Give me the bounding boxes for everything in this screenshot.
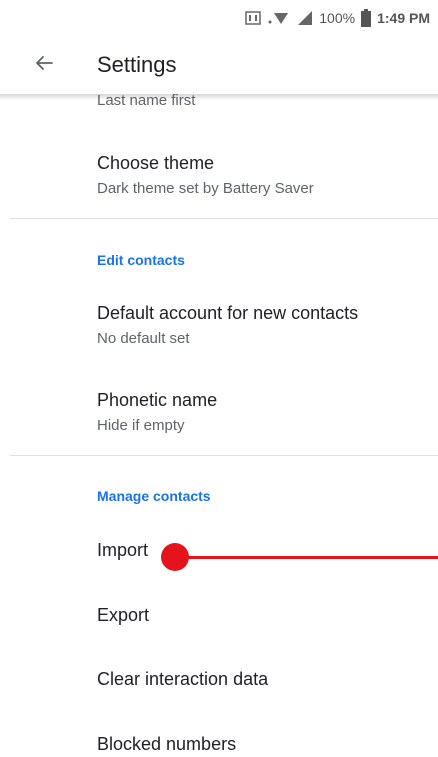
phonetic-name-row[interactable]	[0, 378, 438, 456]
signal-icon	[297, 10, 313, 26]
import-row[interactable]	[0, 520, 438, 580]
battery-icon	[361, 9, 372, 27]
back-button[interactable]	[16, 36, 72, 94]
phonetic-name-title: Phonetic name	[97, 390, 218, 410]
export-row[interactable]	[0, 584, 438, 644]
arrow-back-icon	[34, 53, 54, 78]
edit-contacts-header: Edit contacts	[97, 252, 185, 268]
clock: 1:49 PM	[377, 10, 430, 26]
page-title: Settings	[97, 52, 177, 77]
nfc-icon	[245, 11, 262, 25]
choose-theme-row[interactable]	[0, 140, 438, 218]
manage-contacts-header: Manage contacts	[97, 488, 211, 504]
import-title: Import	[97, 540, 149, 560]
clear-interaction-data-title: Clear interaction data	[97, 669, 269, 689]
export-title: Export	[97, 605, 150, 625]
swipe-trail	[175, 556, 438, 559]
default-account-summary: No default set	[97, 330, 190, 347]
choose-theme-title: Choose theme	[97, 153, 215, 173]
app-bar: Settings	[0, 36, 438, 94]
phonetic-name-summary: Hide if empty	[97, 417, 185, 434]
default-account-title: Default account for new contacts	[97, 303, 359, 323]
battery-level: 100%	[319, 10, 356, 26]
choose-theme-summary: Dark theme set by Battery Saver	[97, 180, 314, 197]
default-account-row[interactable]	[0, 290, 438, 368]
status-bar: 100% 1:49 PM	[0, 0, 438, 36]
touch-point	[161, 543, 189, 571]
divider	[10, 455, 438, 456]
divider	[10, 218, 438, 219]
blocked-numbers-title: Blocked numbers	[97, 734, 237, 754]
app-bar-shadow	[0, 94, 438, 100]
wifi-icon	[267, 10, 291, 26]
screen: 100% 1:49 PM Last name first Choose them…	[0, 0, 438, 757]
